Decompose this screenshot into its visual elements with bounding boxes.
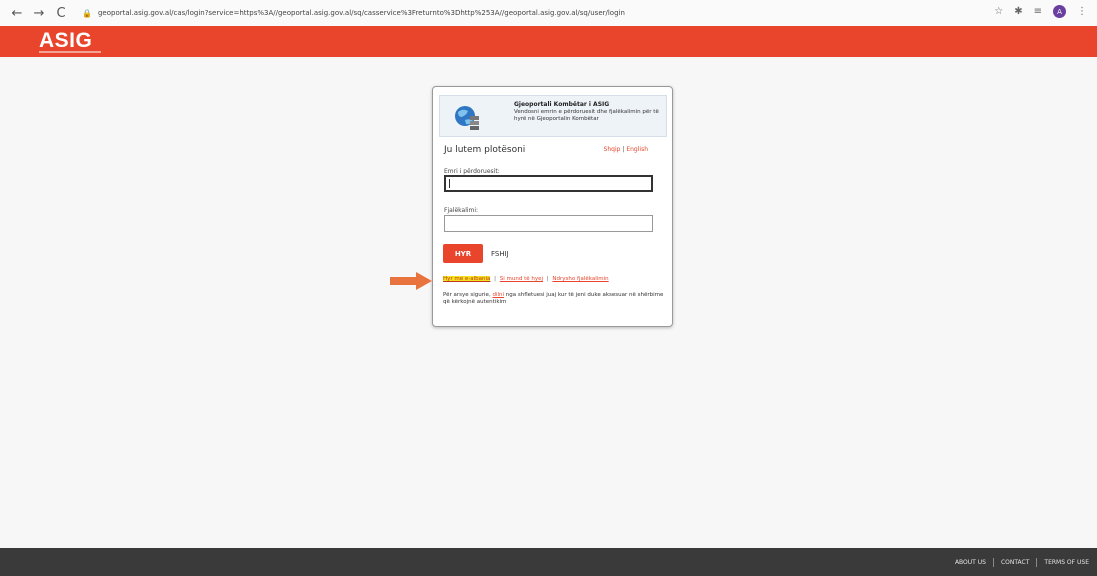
login-card: Gjeoportali Kombëtar i ASIG Vendosni emr… (432, 86, 673, 327)
login-header-box: Gjeoportali Kombëtar i ASIG Vendosni emr… (439, 95, 667, 137)
logo-tagline-bar (39, 51, 101, 53)
how-to-login-link[interactable]: Si mund të hyej (500, 276, 543, 282)
globe-server-icon (455, 106, 479, 130)
username-field[interactable] (444, 175, 653, 192)
link-separator: | (494, 276, 497, 282)
footer-divider (1036, 558, 1038, 567)
login-links: Hyr me e-albania | Si mund të hyej | Ndr… (443, 276, 671, 282)
site-header: ASIG (0, 26, 1097, 57)
site-footer: ABOUT US CONTACT TERMS OF USE (0, 548, 1097, 576)
footer-about-link[interactable]: ABOUT US (955, 559, 986, 566)
text-caret (449, 179, 450, 188)
security-notice: Për arsye sigurie, dilni nga shfletuesi … (443, 292, 671, 306)
back-icon[interactable]: ← (8, 4, 26, 22)
reload-icon[interactable]: C (52, 4, 70, 22)
link-separator: | (546, 276, 549, 282)
password-field[interactable] (444, 215, 653, 232)
footer-contact-link[interactable]: CONTACT (1001, 559, 1029, 566)
footer-divider (992, 558, 994, 567)
menu-kebab-icon[interactable]: ⋮ (1077, 6, 1087, 17)
login-prompt: Ju lutem plotësoni (444, 145, 526, 155)
address-bar[interactable]: geoportal.asig.gov.al/cas/login?service=… (98, 9, 918, 17)
footer-terms-link[interactable]: TERMS OF USE (1044, 559, 1089, 566)
pointer-arrow-icon (390, 272, 432, 290)
lang-separator: | (622, 146, 625, 153)
logout-link[interactable]: dilni (492, 292, 504, 298)
asig-logo[interactable]: ASIG (39, 29, 92, 53)
password-label: Fjalëkalimi: (444, 207, 479, 214)
clear-button[interactable]: FSHIJ (491, 244, 509, 263)
lang-sq-link[interactable]: Shqip (604, 146, 621, 153)
bookmark-star-icon[interactable]: ☆ (994, 6, 1003, 17)
media-playlist-icon[interactable]: ≡ (1034, 6, 1042, 17)
avatar[interactable]: A (1053, 5, 1066, 18)
login-header-title: Gjeoportali Kombëtar i ASIG (514, 101, 610, 108)
login-header-text: Vendosni emrin e përdoruesit dhe fjalëka… (514, 109, 659, 122)
lang-en-link[interactable]: English (626, 146, 648, 153)
extensions-icon[interactable]: ✱ (1014, 6, 1022, 17)
browser-toolbar: ← → C 🔒 geoportal.asig.gov.al/cas/login?… (0, 0, 1097, 26)
security-notice-prefix: Për arsye sigurie, (443, 292, 491, 298)
language-switcher: Shqip | English (604, 146, 648, 153)
username-label: Emri i përdoruesit: (444, 168, 500, 175)
forward-icon[interactable]: → (30, 4, 48, 22)
change-password-link[interactable]: Ndrysho fjalëkalimin (552, 276, 608, 282)
login-button[interactable]: HYR (443, 244, 483, 263)
lock-icon: 🔒 (82, 8, 92, 18)
e-albania-link[interactable]: Hyr me e-albania (443, 276, 491, 282)
